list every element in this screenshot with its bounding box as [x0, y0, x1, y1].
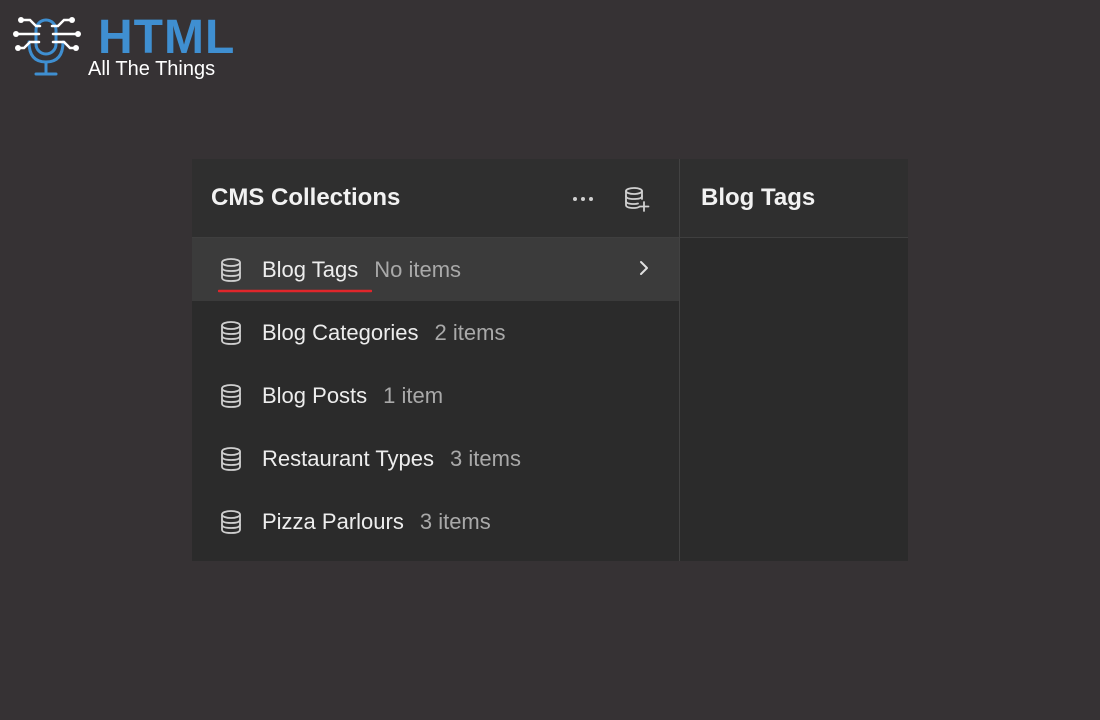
collection-item-blog-posts[interactable]: Blog Posts 1 item [192, 364, 679, 427]
collection-list: Blog Tags No items Blog Categories 2 ite… [192, 238, 679, 553]
collection-count: 3 items [419, 508, 491, 534]
cms-collections-header: CMS Collections [192, 159, 679, 238]
collection-name: Restaurant Types [262, 445, 435, 471]
collection-item-pizza-parlours[interactable]: Pizza Parlours 3 items [192, 490, 679, 553]
collection-count: 2 items [434, 319, 506, 345]
microphone-circuit-icon [13, 17, 81, 76]
cms-panels: CMS Collections Blog Tags No items Blog … [192, 159, 908, 561]
collection-name: Blog Categories [262, 319, 419, 345]
more-horizontal-icon [573, 196, 593, 201]
database-icon [220, 446, 242, 471]
collection-item-restaurant-types[interactable]: Restaurant Types 3 items [192, 427, 679, 490]
blog-tags-panel: Blog Tags [680, 159, 908, 561]
database-icon [220, 257, 242, 282]
chevron-right-icon [640, 261, 648, 275]
collection-name: Blog Posts [262, 382, 368, 408]
panel-title: CMS Collections [211, 184, 401, 211]
logo-brand-text: HTML [98, 11, 236, 64]
site-logo: HTML All The Things [12, 14, 252, 84]
add-collection-button[interactable] [623, 185, 651, 213]
database-icon [220, 509, 242, 534]
collection-count: 1 item [383, 382, 444, 408]
blog-tags-header: Blog Tags [680, 159, 908, 238]
header-actions [569, 159, 651, 238]
red-underline-annotation [218, 289, 372, 293]
collection-name: Pizza Parlours [262, 508, 404, 534]
collection-count: No items [374, 256, 462, 282]
database-add-icon [625, 186, 650, 212]
collection-count: 3 items [450, 445, 521, 471]
cms-collections-panel: CMS Collections Blog Tags No items Blog … [192, 159, 680, 561]
database-icon [220, 383, 242, 408]
collection-name: Blog Tags [262, 256, 359, 282]
logo-tagline: All The Things [88, 58, 216, 80]
database-icon [220, 320, 242, 345]
panel-title: Blog Tags [701, 184, 816, 211]
more-options-button[interactable] [569, 185, 597, 213]
collection-item-blog-tags[interactable]: Blog Tags No items [192, 238, 679, 301]
collection-item-blog-categories[interactable]: Blog Categories 2 items [192, 301, 679, 364]
